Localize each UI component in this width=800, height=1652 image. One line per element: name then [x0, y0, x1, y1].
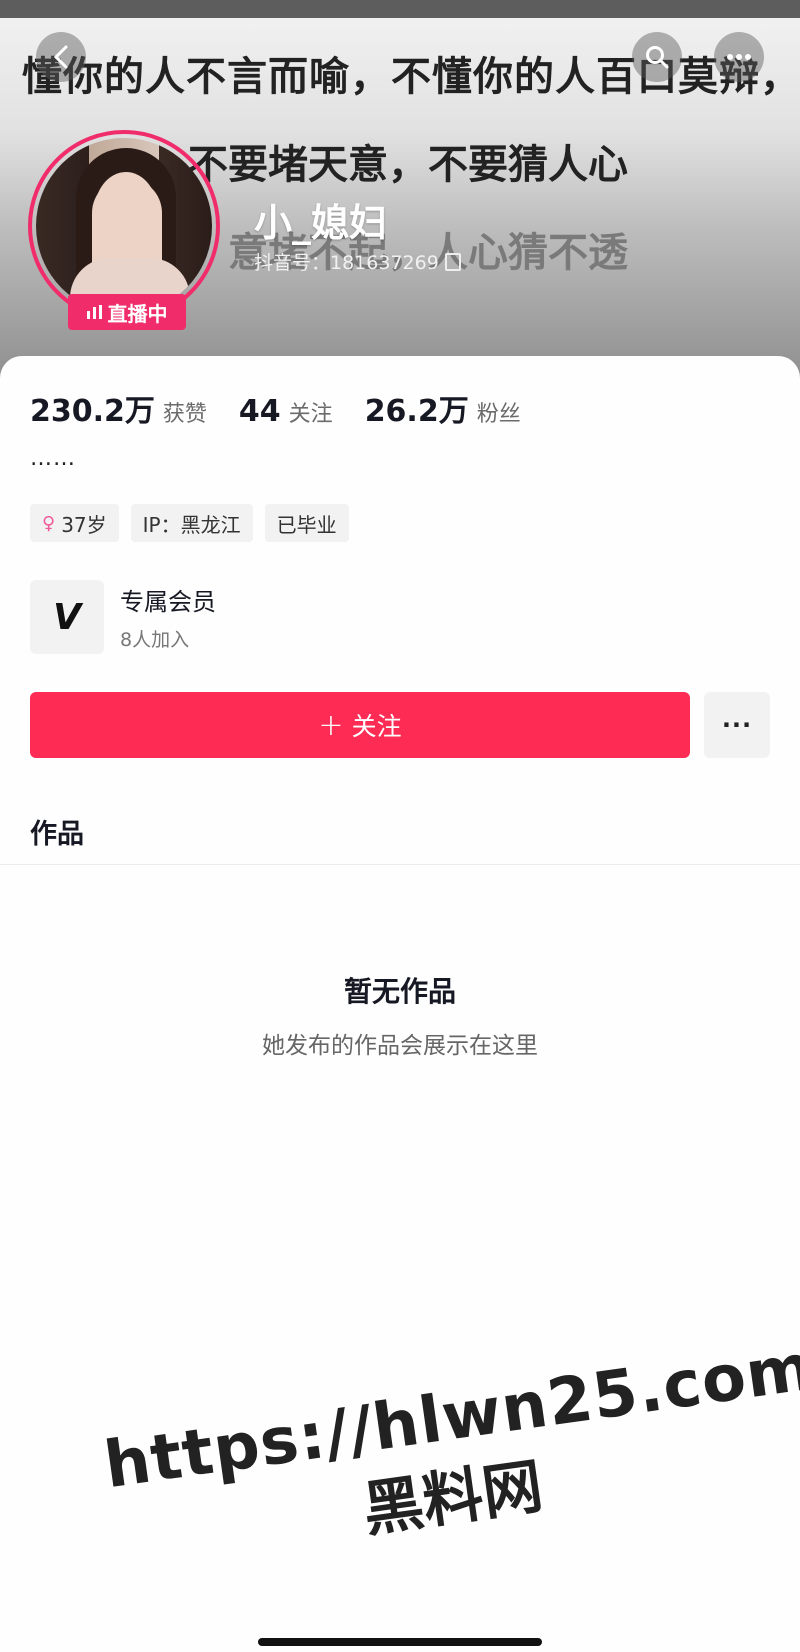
stats-row: 230.2万 获赞 44 关注 26.2万 粉丝 [30, 386, 553, 430]
profile-tags: ♀ 37岁 IP：黑龙江 已毕业 [30, 504, 349, 542]
search-icon [646, 46, 669, 69]
empty-state-subtitle: 她发布的作品会展示在这里 [262, 1033, 538, 1059]
age-tag: ♀ 37岁 [30, 504, 119, 542]
exclusive-member-entry[interactable]: V 专属会员 8人加入 [30, 580, 216, 654]
ip-tag: IP：黑龙江 [130, 504, 253, 542]
tab-works[interactable]: 作品 [30, 812, 84, 851]
chevron-left-icon [53, 45, 68, 69]
empty-state-title: 暂无作品 [343, 975, 456, 1008]
member-text: 专属会员 8人加入 [120, 582, 216, 652]
follow-button[interactable]: + 关注 [30, 692, 690, 758]
search-button[interactable] [632, 32, 682, 82]
divider [0, 864, 800, 865]
follow-label: 关注 [351, 712, 402, 741]
profile-header: 懂你的人不言而喻，不懂你的人百口莫辩， 不要堵天意，不要猜人心 意堵不起，人心猜… [0, 0, 800, 380]
following-label[interactable]: 关注 [289, 396, 333, 428]
status-tag: 已毕业 [264, 504, 349, 542]
home-indicator[interactable] [258, 1638, 542, 1646]
likes-label[interactable]: 获赞 [163, 396, 207, 428]
age-text: 37岁 [61, 512, 107, 537]
live-badge[interactable]: 直播中 [68, 294, 186, 330]
member-subtitle: 8人加入 [120, 629, 190, 651]
top-strip [0, 0, 800, 18]
header-bg-text-1: 懂你的人不言而喻，不懂你的人百口莫辩， [22, 54, 800, 100]
member-v-icon: V [30, 580, 104, 654]
header-bg-text-2: 不要堵天意，不要猜人心 [188, 142, 628, 188]
douyin-id[interactable]: 抖音号：181637269 [254, 248, 461, 275]
female-icon: ♀ [42, 512, 56, 534]
live-bars-icon [86, 305, 102, 319]
copy-icon[interactable] [444, 252, 461, 271]
likes-count[interactable]: 230.2万 [30, 386, 155, 430]
plus-icon: + [318, 707, 344, 743]
more-icon [727, 54, 751, 60]
live-label: 直播中 [107, 301, 168, 326]
more-options-top-button[interactable] [714, 32, 764, 82]
bio-text: …… [30, 446, 76, 471]
more-options-button[interactable]: ··· [704, 692, 770, 758]
following-count[interactable]: 44 [239, 394, 281, 429]
avatar-face [94, 172, 158, 254]
back-button[interactable] [36, 32, 86, 82]
douyin-id-text: 抖音号：181637269 [254, 252, 439, 274]
followers-count[interactable]: 26.2万 [365, 386, 469, 430]
member-title: 专属会员 [120, 588, 216, 616]
avatar-image [36, 138, 212, 314]
username: 小_媳妇 [254, 201, 388, 245]
followers-label[interactable]: 粉丝 [477, 396, 521, 428]
